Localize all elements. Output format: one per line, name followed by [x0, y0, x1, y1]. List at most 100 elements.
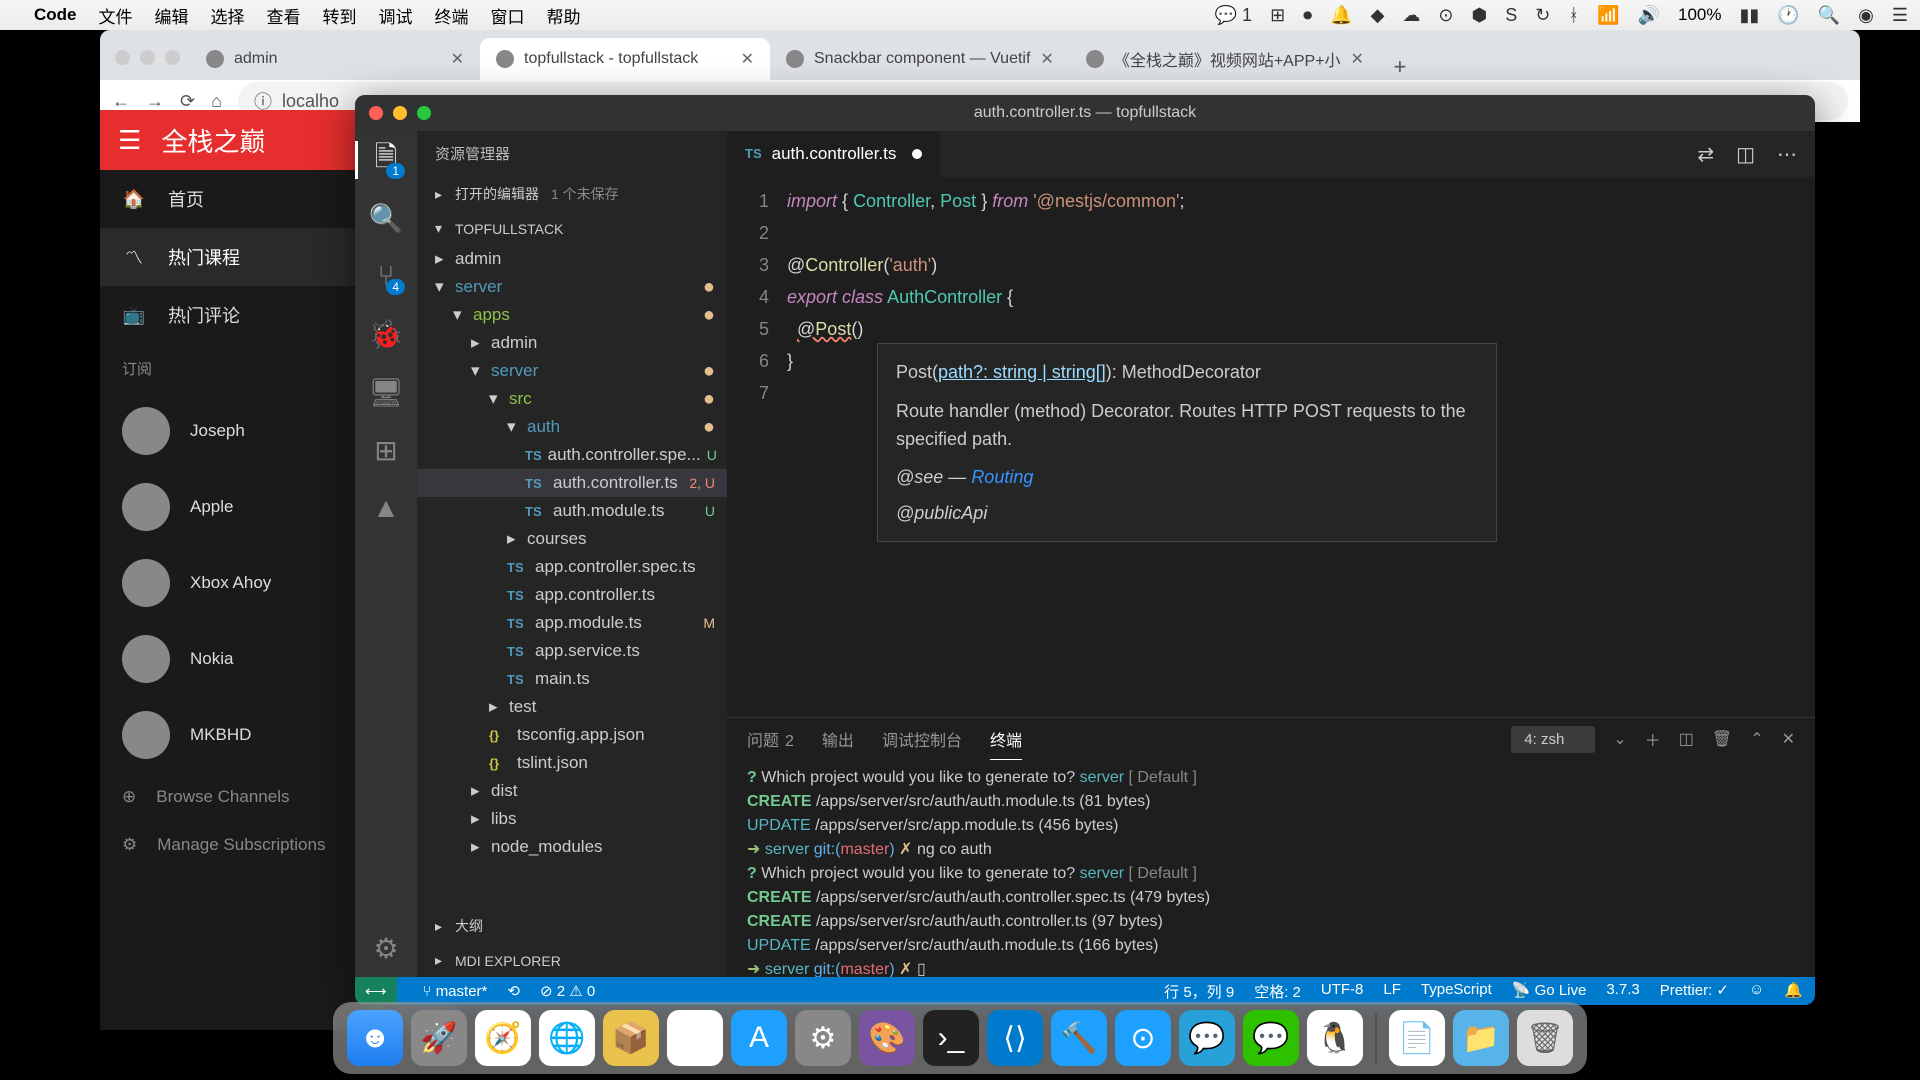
tab-close-icon[interactable]: ✕	[1040, 49, 1053, 69]
close-panel-icon[interactable]: ✕	[1782, 729, 1795, 749]
terminal-output[interactable]: ? Which project would you like to genera…	[727, 760, 1815, 977]
editor-tab-active[interactable]: TS auth.controller.ts	[727, 131, 940, 177]
terminal-dock-icon[interactable]: ›_	[923, 1010, 979, 1066]
safari-icon[interactable]: 🧭	[475, 1010, 531, 1066]
menu-help[interactable]: 帮助	[547, 3, 581, 28]
azure-icon[interactable]: ▲	[371, 493, 401, 523]
indent-status[interactable]: 空格: 2	[1254, 981, 1301, 1002]
appstore-icon[interactable]: A	[731, 1010, 787, 1066]
wechat-icon[interactable]: 💬	[1243, 1010, 1299, 1066]
settings-dock-icon[interactable]: ⚙	[795, 1010, 851, 1066]
extensions-icon[interactable]: ⊞	[371, 435, 401, 465]
home-icon[interactable]: ⌂	[211, 91, 222, 112]
app-icon-2[interactable]: 🎨	[859, 1010, 915, 1066]
history-icon[interactable]: ↻	[1535, 5, 1550, 26]
tray-icon-6[interactable]: S	[1505, 5, 1517, 26]
tree-folder[interactable]: ▸courses	[417, 525, 727, 553]
menu-select[interactable]: 选择	[211, 3, 245, 28]
tree-file[interactable]: TSauth.module.tsU	[417, 497, 727, 525]
settings-icon[interactable]: ⚙	[371, 933, 401, 963]
launchpad-icon[interactable]: 🚀	[411, 1010, 467, 1066]
eol-status[interactable]: LF	[1383, 981, 1401, 1002]
app-icon-1[interactable]: 📦	[603, 1010, 659, 1066]
code-editor[interactable]: 1234567 import { Controller, Post } from…	[727, 177, 1815, 717]
remote-indicator[interactable]: ⟷	[355, 977, 397, 1005]
tree-folder[interactable]: ▾server●	[417, 273, 727, 301]
tab-close-icon[interactable]: ✕	[451, 49, 464, 69]
menu-goto[interactable]: 转到	[323, 3, 357, 28]
tree-folder[interactable]: ▸admin	[417, 245, 727, 273]
tree-folder[interactable]: ▸test	[417, 693, 727, 721]
tree-file[interactable]: TSauth.controller.spe...U	[417, 441, 727, 469]
wifi-icon[interactable]: 📶	[1597, 5, 1619, 26]
menu-window[interactable]: 窗口	[491, 3, 525, 28]
tree-file[interactable]: TSapp.module.tsM	[417, 609, 727, 637]
terminal-selector[interactable]: 4: zsh	[1511, 726, 1595, 753]
tree-folder[interactable]: ▸libs	[417, 805, 727, 833]
language-status[interactable]: TypeScript	[1421, 981, 1492, 1002]
kill-terminal-icon[interactable]: 🗑	[1712, 729, 1732, 749]
tab-close-icon[interactable]: ✕	[1351, 49, 1364, 69]
new-tab-button[interactable]: +	[1380, 54, 1420, 80]
hamburger-icon[interactable]: ☰	[118, 125, 141, 156]
menu-edit[interactable]: 编辑	[155, 3, 189, 28]
cursor-position[interactable]: 行 5，列 9	[1164, 981, 1234, 1002]
tree-file[interactable]: TSapp.service.ts	[417, 637, 727, 665]
bluetooth-icon[interactable]: ᚼ	[1568, 5, 1579, 26]
sync-icon[interactable]: ⟲	[507, 982, 520, 1000]
tree-folder[interactable]: ▸admin	[417, 329, 727, 357]
browser-traffic-lights[interactable]	[115, 50, 180, 65]
menu-file[interactable]: 文件	[99, 3, 133, 28]
output-tab[interactable]: 输出	[822, 719, 854, 759]
tree-folder[interactable]: ▸dist	[417, 777, 727, 805]
vscode-traffic-lights[interactable]	[369, 106, 431, 120]
routing-link[interactable]: Routing	[971, 467, 1033, 487]
tree-folder[interactable]: ▾server●	[417, 357, 727, 385]
menu-app-name[interactable]: Code	[34, 5, 77, 25]
downloads-icon[interactable]: 📁	[1453, 1010, 1509, 1066]
tree-folder[interactable]: ▾apps●	[417, 301, 727, 329]
tray-icon-2[interactable]: ◆	[1371, 5, 1385, 26]
control-center-icon[interactable]: ☰	[1892, 5, 1908, 26]
battery-pct[interactable]: 100%	[1678, 5, 1721, 25]
back-icon[interactable]: ←	[112, 91, 130, 112]
bell-icon[interactable]: 🔔	[1330, 5, 1352, 26]
git-branch[interactable]: ⑂ master*	[423, 983, 488, 1000]
browser-tab[interactable]: topfullstack - topfullstack✕	[480, 38, 770, 80]
tree-file[interactable]: TSapp.controller.ts	[417, 581, 727, 609]
tray-icon-4[interactable]: ⊙	[1438, 5, 1453, 26]
split-icon[interactable]: ◫	[1736, 142, 1755, 167]
reload-icon[interactable]: ⟳	[180, 91, 195, 112]
debug-tab[interactable]: 调试控制台	[882, 719, 962, 759]
terminal-tab[interactable]: 终端	[990, 719, 1022, 760]
photos-icon[interactable]: 🏵	[667, 1010, 723, 1066]
browser-tab[interactable]: 《全栈之巅》视频网站+APP+小✕	[1070, 38, 1380, 80]
feedback-icon[interactable]: ☺	[1749, 981, 1764, 1002]
battery-icon[interactable]: ▮▮	[1739, 5, 1759, 26]
menu-view[interactable]: 查看	[267, 3, 301, 28]
more-icon[interactable]: ⋯	[1777, 142, 1797, 167]
tree-folder[interactable]: ▾src●	[417, 385, 727, 413]
browser-tab[interactable]: Snackbar component — Vuetif✕	[770, 38, 1070, 80]
encoding-status[interactable]: UTF-8	[1321, 981, 1364, 1002]
workspace-root[interactable]: ▾TOPFULLSTACK	[417, 212, 727, 245]
trash-icon[interactable]: 🗑	[1517, 1010, 1573, 1066]
vscode-dock-icon[interactable]: ⟨⟩	[987, 1010, 1043, 1066]
tree-folder[interactable]: ▸node_modules	[417, 833, 727, 861]
tray-icon-5[interactable]: ⬢	[1472, 5, 1488, 26]
scm-icon[interactable]: ⑂4	[371, 261, 401, 291]
chrome-icon[interactable]: 🌐	[539, 1010, 595, 1066]
siri-icon[interactable]: ◉	[1858, 5, 1874, 26]
notifications-icon[interactable]: 🔔	[1784, 981, 1803, 1002]
compare-icon[interactable]: ⇄	[1697, 142, 1714, 167]
app-icon-4[interactable]: 💬	[1179, 1010, 1235, 1066]
tree-file[interactable]: {}tslint.json	[417, 749, 727, 777]
app-icon-5[interactable]: 📄	[1389, 1010, 1445, 1066]
outline-section[interactable]: ▸大纲	[417, 908, 727, 944]
tree-file[interactable]: {}tsconfig.app.json	[417, 721, 727, 749]
tree-file[interactable]: TSmain.ts	[417, 665, 727, 693]
tray-icon-3[interactable]: ☁	[1402, 5, 1420, 26]
browser-tab[interactable]: admin✕	[190, 38, 480, 80]
tree-file[interactable]: TSapp.controller.spec.ts	[417, 553, 727, 581]
explorer-icon[interactable]: 🗎1	[371, 145, 401, 175]
